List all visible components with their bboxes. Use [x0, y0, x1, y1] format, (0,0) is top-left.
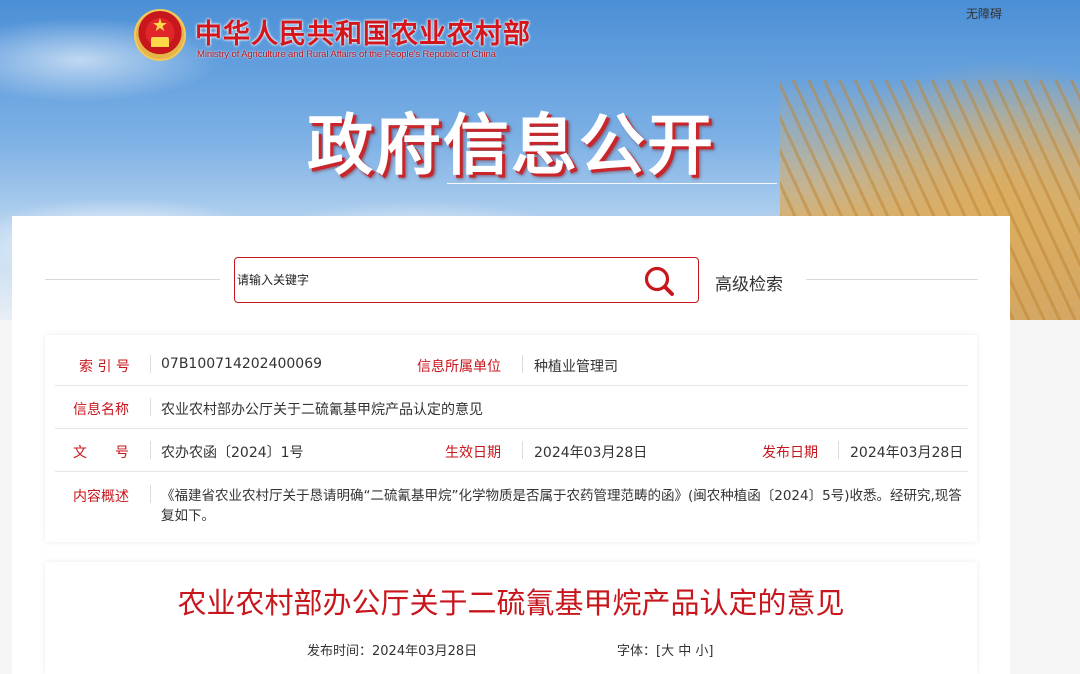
row-divider: [55, 428, 968, 429]
unit-label: 信息所属单位: [417, 359, 501, 375]
font-large-button[interactable]: 大: [661, 644, 674, 659]
emblem-gate-icon: [151, 37, 169, 47]
search-icon[interactable]: [641, 265, 677, 297]
site-subtitle: Ministry of Agriculture and Rural Affair…: [197, 49, 496, 60]
page-title: 政府信息公开: [307, 107, 715, 184]
article-title: 农业农村部办公厅关于二硫氰基甲烷产品认定的意见: [177, 586, 845, 620]
emblem-star-icon: ★: [151, 15, 169, 36]
font-size-close: ]: [708, 644, 714, 659]
font-size-label: 字体：[: [617, 644, 662, 659]
column-separator: [150, 441, 151, 459]
search-divider-right: [806, 279, 978, 280]
effective-date-value: 2024年03月28日: [534, 445, 648, 461]
column-separator: [522, 441, 523, 459]
title-divider: [447, 183, 777, 184]
national-emblem-icon: ★: [134, 9, 186, 61]
site-title[interactable]: 中华人民共和国农业农村部: [195, 12, 531, 51]
font-medium-button[interactable]: 中: [678, 644, 691, 659]
publish-date-label: 发布日期: [762, 445, 818, 461]
search-box: [234, 257, 699, 303]
row-divider: [55, 471, 968, 472]
info-name-label: 信息名称: [73, 402, 129, 418]
accessibility-link[interactable]: 无障碍: [966, 5, 1002, 22]
search-divider-left: [45, 279, 220, 280]
font-small-button[interactable]: 小: [695, 644, 708, 659]
search-input[interactable]: [235, 258, 635, 302]
column-separator: [150, 398, 151, 416]
advanced-search-link[interactable]: 高级检索: [715, 270, 783, 295]
column-separator: [150, 355, 151, 373]
column-separator: [150, 485, 151, 503]
info-name-value: 农业农村部办公厅关于二硫氰基甲烷产品认定的意见: [161, 402, 483, 418]
font-size-control: 字体：[大 中 小]: [617, 640, 713, 659]
index-number-value: 07B100714202400069: [161, 356, 323, 372]
publish-date-value: 2024年03月28日: [850, 445, 964, 461]
row-divider: [55, 385, 968, 386]
effective-date-label: 生效日期: [445, 445, 501, 461]
summary-label: 内容概述: [73, 489, 129, 505]
summary-value: 《福建省农业农村厅关于恳请明确“二硫氰基甲烷”化学物质是否属于农药管理范畴的函》…: [161, 488, 962, 524]
column-separator: [838, 441, 839, 459]
unit-value: 种植业管理司: [534, 359, 618, 375]
doc-number-label: 文 号: [73, 445, 129, 461]
column-separator: [522, 355, 523, 373]
index-number-label: 索 引 号: [79, 359, 130, 375]
doc-number-value: 农办农函〔2024〕1号: [161, 445, 304, 461]
article-publish-time: 发布时间：2024年03月28日: [307, 644, 478, 659]
